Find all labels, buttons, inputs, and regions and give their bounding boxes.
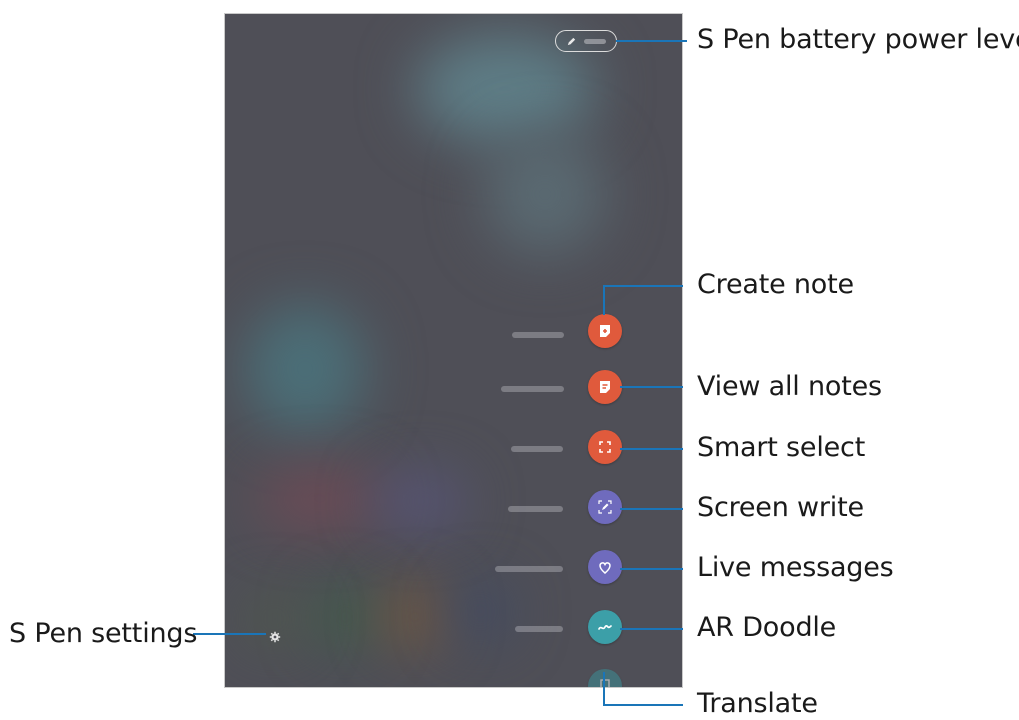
air-command-screen [224,13,683,688]
screen-write-callout-line [620,508,683,510]
create-note-label: Create note [697,269,854,300]
pen-icon [566,32,577,51]
view-all-notes-label: View all notes [697,371,882,402]
live-messages-button[interactable] [588,550,622,584]
gear-icon[interactable] [269,631,281,643]
battery-callout-line [616,40,687,42]
translate-label: Translate [697,688,818,719]
wallpaper-blur [385,589,445,644]
settings-label: S Pen settings [9,618,198,649]
ar-doodle-button[interactable] [588,610,622,644]
smart-select-label: Smart select [697,432,866,463]
doodle-icon [598,625,612,630]
view-all-notes-button[interactable] [588,370,622,404]
translate-icon [600,679,610,687]
create-note-callout-line [603,285,605,315]
wallpaper-blur [245,304,365,434]
smart-select-callout-line [620,448,683,450]
create-note-button[interactable] [588,314,622,348]
settings-callout-line [193,633,266,635]
menu-text-screen-write [508,506,563,512]
screen-write-icon [598,500,612,514]
wallpaper-blur [255,469,385,529]
note-add-icon [600,325,610,337]
menu-text-live-messages [495,566,563,572]
menu-text-ar-doodle [515,626,563,632]
ar-doodle-callout-line [620,628,683,630]
live-messages-callout-line [620,568,683,570]
wallpaper-blur [375,474,465,529]
screen-write-label: Screen write [697,492,864,523]
screen-write-button[interactable] [588,490,622,524]
ar-doodle-label: AR Doodle [697,612,837,643]
battery-level-placeholder [584,38,606,44]
smart-select-icon [599,441,611,453]
notes-list-icon [600,381,610,393]
live-messages-label: Live messages [697,552,894,583]
menu-text-create-note [512,332,564,338]
wallpaper-blur [485,134,605,254]
translate-callout-line [603,672,605,705]
wallpaper-blur [315,589,375,644]
menu-text-view-all-notes [501,386,564,392]
translate-callout-line [603,704,683,706]
create-note-callout-line [603,285,683,287]
translate-button[interactable] [588,669,622,687]
s-pen-battery-indicator [555,30,617,52]
wallpaper-blur [450,584,510,639]
smart-select-button[interactable] [588,430,622,464]
heart-icon [599,562,611,574]
menu-text-smart-select [511,446,563,452]
view-all-notes-callout-line [620,386,683,388]
battery-label: S Pen battery power level [697,24,1019,55]
